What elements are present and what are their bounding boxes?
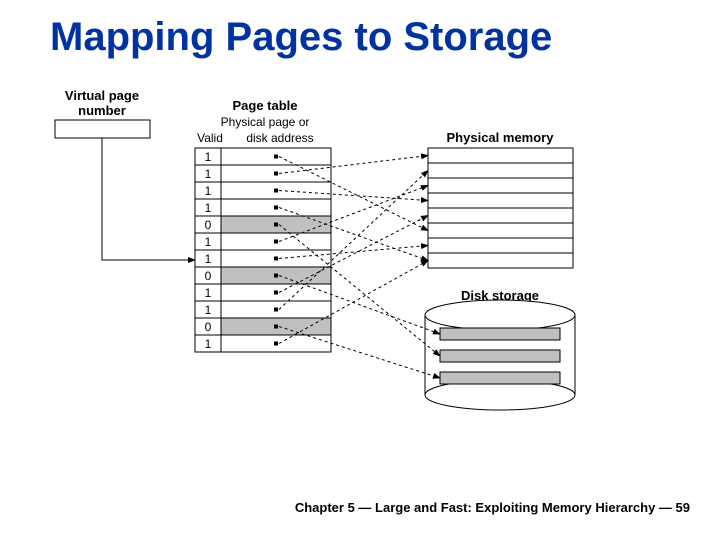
physical-memory [428, 148, 573, 268]
physmem-label: Physical memory [447, 130, 555, 145]
svg-text:1: 1 [205, 201, 212, 215]
ppda-label-2: disk address [246, 131, 313, 145]
vpn-label-2: number [78, 103, 126, 118]
svg-text:0: 0 [205, 269, 212, 283]
pagetable-label: Page table [232, 98, 297, 113]
svg-text:1: 1 [205, 167, 212, 181]
slide-footer: Chapter 5 — Large and Fast: Exploiting M… [295, 500, 690, 515]
svg-text:0: 0 [205, 320, 212, 334]
svg-text:1: 1 [205, 235, 212, 249]
valid-label: Valid [197, 131, 223, 145]
page-table: 1 1 1 1 0 1 1 0 1 1 0 1 [195, 148, 331, 352]
vpn-register [55, 120, 150, 138]
svg-text:0: 0 [205, 218, 212, 232]
ppda-label-1: Physical page or [221, 115, 310, 129]
svg-text:1: 1 [205, 252, 212, 266]
svg-text:1: 1 [205, 337, 212, 351]
svg-text:1: 1 [205, 286, 212, 300]
disk-storage [425, 300, 575, 410]
svg-text:1: 1 [205, 184, 212, 198]
diagram: Virtual page number Page table Physical … [0, 0, 720, 540]
svg-text:1: 1 [205, 303, 212, 317]
vpn-label-1: Virtual page [65, 88, 139, 103]
svg-text:1: 1 [205, 150, 212, 164]
vpn-index-arrow [102, 138, 195, 260]
